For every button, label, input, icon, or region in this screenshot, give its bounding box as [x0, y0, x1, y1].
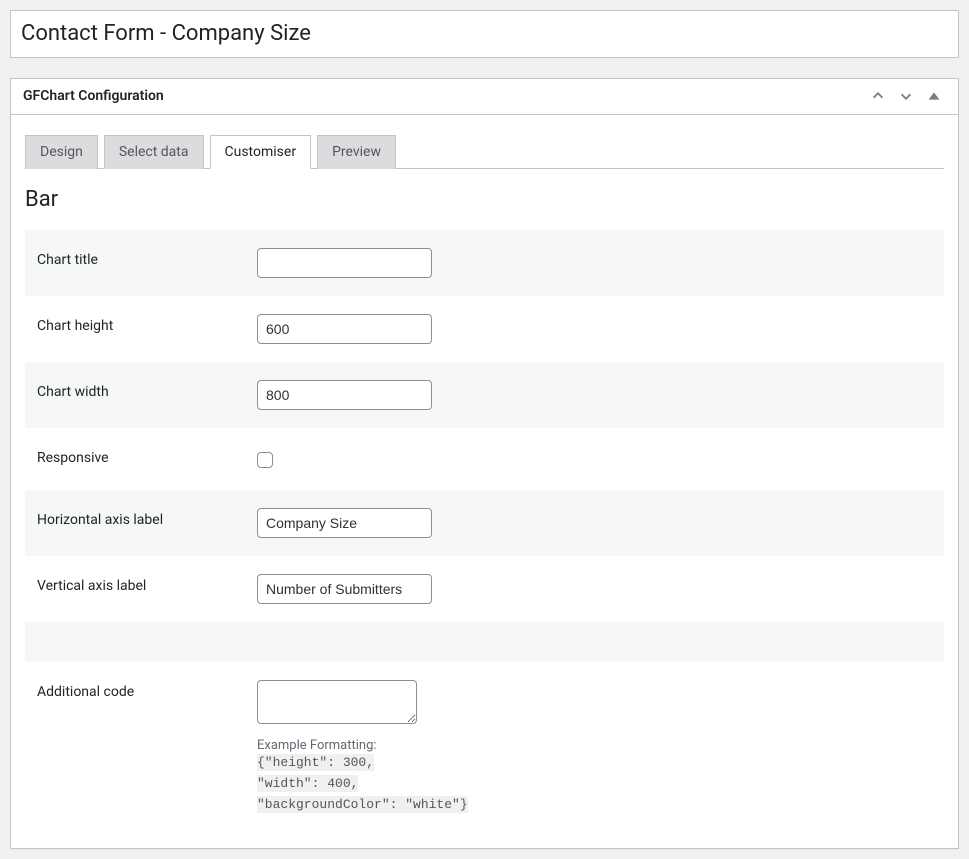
order-up-button[interactable] [866, 84, 890, 108]
row-chart-width: Chart width [25, 362, 944, 428]
row-haxis: Horizontal axis label [25, 490, 944, 556]
haxis-input[interactable] [257, 508, 432, 538]
additional-code-label: Additional code [37, 680, 257, 700]
tab-customiser[interactable]: Customiser [210, 135, 312, 170]
row-chart-height: Chart height [25, 296, 944, 362]
row-chart-title: Chart title [25, 230, 944, 296]
haxis-label: Horizontal axis label [37, 508, 257, 528]
example-heading: Example Formatting: [257, 738, 932, 753]
tab-select-data[interactable]: Select data [104, 135, 204, 170]
additional-code-textarea[interactable] [257, 680, 417, 724]
section-heading: Bar [25, 187, 944, 212]
page-title-box: Contact Form - Company Size [10, 10, 959, 58]
example-line-3: "backgroundColor": "white"} [257, 796, 468, 813]
responsive-checkbox[interactable] [257, 452, 273, 468]
chart-height-input[interactable] [257, 314, 432, 344]
gfchart-config-metabox: GFChart Configuration Design Select data… [10, 78, 959, 849]
row-additional-code: Additional code Example Formatting: {"he… [25, 662, 944, 833]
order-down-button[interactable] [894, 84, 918, 108]
row-vaxis: Vertical axis label [25, 556, 944, 622]
toggle-panel-button[interactable] [922, 84, 946, 108]
tab-preview[interactable]: Preview [317, 135, 396, 170]
responsive-label: Responsive [37, 446, 257, 466]
metabox-body: Design Select data Customiser Preview Ba… [11, 115, 958, 848]
example-line-2: "width": 400, [257, 775, 358, 792]
caret-up-icon [925, 87, 943, 105]
row-spacer [25, 622, 944, 662]
chart-height-label: Chart height [37, 314, 257, 334]
vaxis-input[interactable] [257, 574, 432, 604]
chart-width-input[interactable] [257, 380, 432, 410]
chart-width-label: Chart width [37, 380, 257, 400]
metabox-header: GFChart Configuration [11, 79, 958, 115]
chart-title-input[interactable] [257, 248, 432, 278]
vaxis-label: Vertical axis label [37, 574, 257, 594]
chevron-up-icon [869, 87, 887, 105]
example-code: {"height": 300, "width": 400, "backgroun… [257, 753, 932, 815]
example-line-1: {"height": 300, [257, 754, 374, 771]
metabox-actions [866, 84, 946, 108]
row-responsive: Responsive [25, 428, 944, 490]
page-title: Contact Form - Company Size [21, 14, 948, 54]
chart-title-label: Chart title [37, 248, 257, 268]
tab-design[interactable]: Design [25, 135, 98, 170]
tabs: Design Select data Customiser Preview [25, 135, 944, 170]
metabox-title: GFChart Configuration [23, 88, 164, 104]
chevron-down-icon [897, 87, 915, 105]
